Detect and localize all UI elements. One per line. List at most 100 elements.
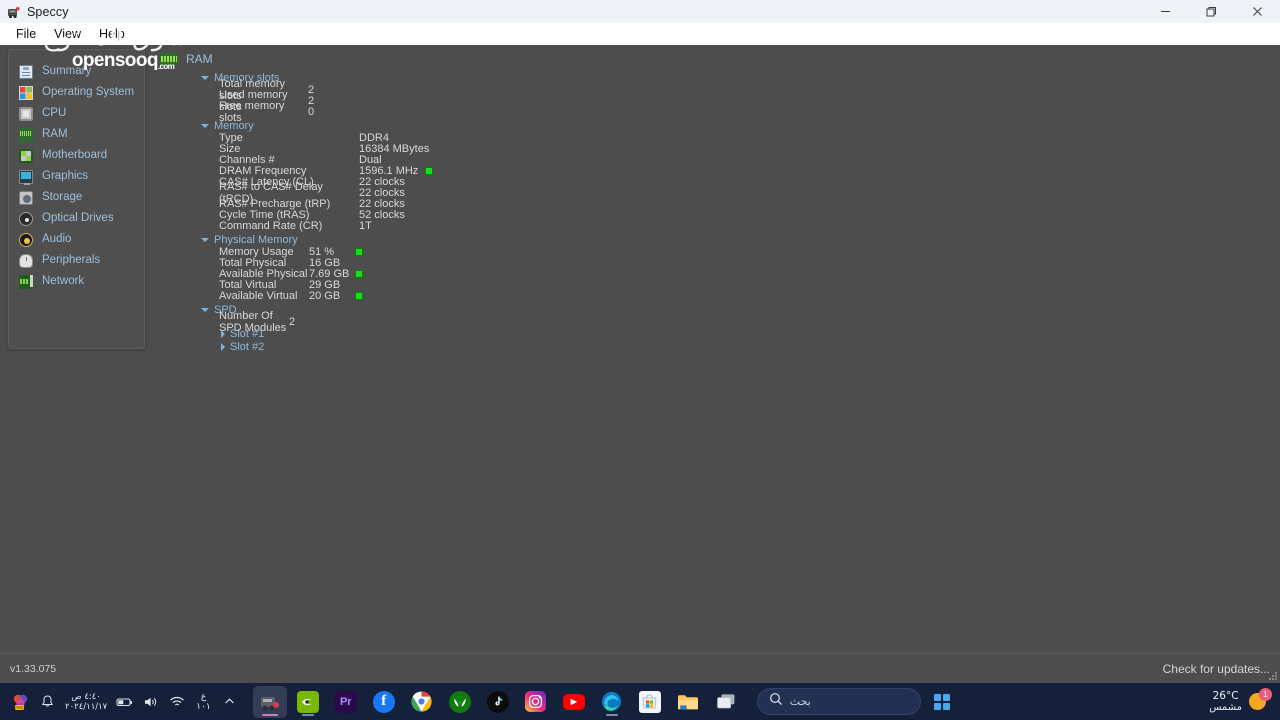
group-memory-slots: Memory slots Total memory slots 2 Used m… xyxy=(153,71,1280,124)
menu-bar: File View Help xyxy=(0,23,1280,45)
taskbar-app-chrome[interactable] xyxy=(405,686,439,718)
status-indicator-icon xyxy=(355,291,363,300)
sidebar-item-label: Network xyxy=(42,275,85,287)
taskbar-app-tiktok[interactable] xyxy=(481,686,515,718)
motherboard-icon xyxy=(19,148,33,163)
spd-slot-1[interactable]: Slot #1 xyxy=(153,327,1280,340)
sidebar-item-summary[interactable]: Summary xyxy=(0,61,152,82)
tiktok-icon xyxy=(486,690,509,713)
spd-slot-label: Slot #2 xyxy=(230,340,265,353)
chevron-right-icon[interactable] xyxy=(221,342,225,351)
battery-icon[interactable] xyxy=(112,687,138,717)
weather-widget[interactable]: 26°C مشمس 1 xyxy=(1201,683,1274,720)
sidebar-item-graphics[interactable]: Graphics xyxy=(0,166,152,187)
taskbar-app-speccy[interactable] xyxy=(252,685,287,718)
sidebar-item-motherboard[interactable]: Motherboard xyxy=(0,145,152,166)
speccy-app-icon xyxy=(7,5,21,19)
table-row: Type DDR4 xyxy=(153,132,1280,144)
volume-icon[interactable] xyxy=(138,687,164,717)
row-key: Available Virtual xyxy=(219,289,298,302)
table-row: Used memory slots 2 xyxy=(153,89,1280,113)
storage-icon xyxy=(19,190,33,205)
taskbar-clock[interactable]: ٤:٤٠ ص ٢٠٢٤/١١/١٧ xyxy=(60,692,112,712)
youtube-icon: ▶ xyxy=(562,693,585,710)
sidebar-item-operating-system[interactable]: Operating System xyxy=(0,82,152,103)
wifi-icon[interactable] xyxy=(164,687,190,717)
microsoft-store-icon xyxy=(638,690,661,713)
running-indicator xyxy=(261,713,278,716)
maximize-restore-button[interactable] xyxy=(1188,0,1234,23)
sidebar-item-optical-drives[interactable]: Optical Drives xyxy=(0,208,152,229)
operating-system-icon xyxy=(19,85,33,100)
group-physical-memory: Physical Memory Memory Usage 51 % Total … xyxy=(153,233,1280,302)
onedrive-photos-icon[interactable]: PRE xyxy=(8,687,34,717)
weather-temperature: 26°C xyxy=(1212,689,1239,702)
taskbar-app-nvidia[interactable] xyxy=(291,686,325,718)
notification-bell-icon[interactable] xyxy=(34,687,60,717)
chevron-down-icon[interactable] xyxy=(201,237,209,242)
sidebar-item-network[interactable]: Network xyxy=(0,271,152,292)
sidebar-item-peripherals[interactable]: Peripherals xyxy=(0,250,152,271)
sidebar-item-audio[interactable]: Audio xyxy=(0,229,152,250)
window-body: Summary Operating System CPU RAM Motherb… xyxy=(0,45,1280,683)
taskbar-app-microsoft-store[interactable] xyxy=(633,686,667,718)
table-row: Cycle Time (tRAS) 52 clocks xyxy=(153,209,1280,221)
table-row: Memory Usage 51 % xyxy=(153,246,1280,258)
taskbar-app-xbox[interactable] xyxy=(443,686,477,718)
ram-icon xyxy=(160,52,178,66)
sidebar-item-label: Storage xyxy=(42,191,83,203)
sidebar-item-ram[interactable]: RAM xyxy=(0,124,152,145)
edge-icon xyxy=(601,691,623,713)
show-hidden-icons-chevron-up-icon[interactable] xyxy=(217,687,243,717)
taskbar-search-area: بحث xyxy=(756,687,957,717)
taskbar-app-edge[interactable] xyxy=(595,686,629,718)
title-bar[interactable]: Speccy xyxy=(0,0,1280,23)
taskbar-app-instagram[interactable] xyxy=(519,686,553,718)
group-header-physical-memory[interactable]: Physical Memory xyxy=(153,233,1280,246)
group-label: Physical Memory xyxy=(214,233,298,246)
speccy-window: Speccy File View Help Summary Operating … xyxy=(0,0,1280,683)
sidebar-item-label: CPU xyxy=(42,107,67,119)
table-row: Available Physical 7.69 GB xyxy=(153,268,1280,280)
start-button[interactable] xyxy=(927,687,957,717)
windows-taskbar: PRE ٤:٤٠ ص ٢٠٢٤/١١/١٧ ع ١٠١ Pr f ▶ بحث 2… xyxy=(0,683,1280,720)
resize-grip[interactable] xyxy=(1268,671,1278,681)
file-explorer-icon xyxy=(677,691,699,713)
sidebar-item-label: Audio xyxy=(42,233,72,245)
menu-view[interactable]: View xyxy=(46,25,89,44)
table-row: Number Of SPD Modules 2 xyxy=(153,310,1280,334)
check-for-updates-link[interactable]: Check for updates... xyxy=(1163,662,1270,676)
minimize-button[interactable] xyxy=(1142,0,1188,23)
weather-condition: مشمس xyxy=(1209,701,1242,713)
group-header-memory[interactable]: Memory xyxy=(153,119,1280,132)
row-value: 1T xyxy=(359,219,372,232)
taskbar-task-view[interactable] xyxy=(709,686,743,718)
group-header-spd[interactable]: SPD xyxy=(153,303,1280,316)
version-label: v1.33.075 xyxy=(10,662,57,675)
taskbar-app-facebook[interactable]: f xyxy=(367,686,401,718)
system-tray-left: PRE ٤:٤٠ ص ٢٠٢٤/١١/١٧ ع ١٠١ xyxy=(0,683,243,720)
taskbar-app-file-explorer[interactable] xyxy=(671,686,705,718)
group-spd: SPD Number Of SPD Modules 2 Slot #1 Slot… xyxy=(153,303,1280,353)
windows-logo-icon xyxy=(933,693,950,710)
taskbar-app-youtube[interactable]: ▶ xyxy=(557,686,591,718)
close-button[interactable] xyxy=(1234,0,1280,23)
status-indicator-icon xyxy=(355,247,363,256)
menu-file[interactable]: File xyxy=(8,25,44,44)
language-indicator[interactable]: ع ١٠١ xyxy=(190,692,217,712)
spd-slot-label: Slot #1 xyxy=(230,327,265,340)
spd-slot-2[interactable]: Slot #2 xyxy=(153,340,1280,353)
table-row: Available Virtual 20 GB xyxy=(153,289,1280,302)
sidebar-item-storage[interactable]: Storage xyxy=(0,187,152,208)
facebook-icon: f xyxy=(372,690,395,713)
sidebar-item-cpu[interactable]: CPU xyxy=(0,103,152,124)
chevron-right-icon[interactable] xyxy=(221,329,225,338)
menu-help[interactable]: Help xyxy=(91,25,133,44)
chrome-icon xyxy=(411,691,433,713)
content-pane: RAM Memory slots Total memory slots 2 Us… xyxy=(153,45,1280,683)
search-input[interactable]: بحث xyxy=(756,688,921,715)
chevron-down-icon[interactable] xyxy=(201,123,209,128)
group-header-memory-slots[interactable]: Memory slots xyxy=(153,71,1280,84)
taskbar-app-premiere-pro[interactable]: Pr xyxy=(329,686,363,718)
search-placeholder: بحث xyxy=(789,695,811,708)
